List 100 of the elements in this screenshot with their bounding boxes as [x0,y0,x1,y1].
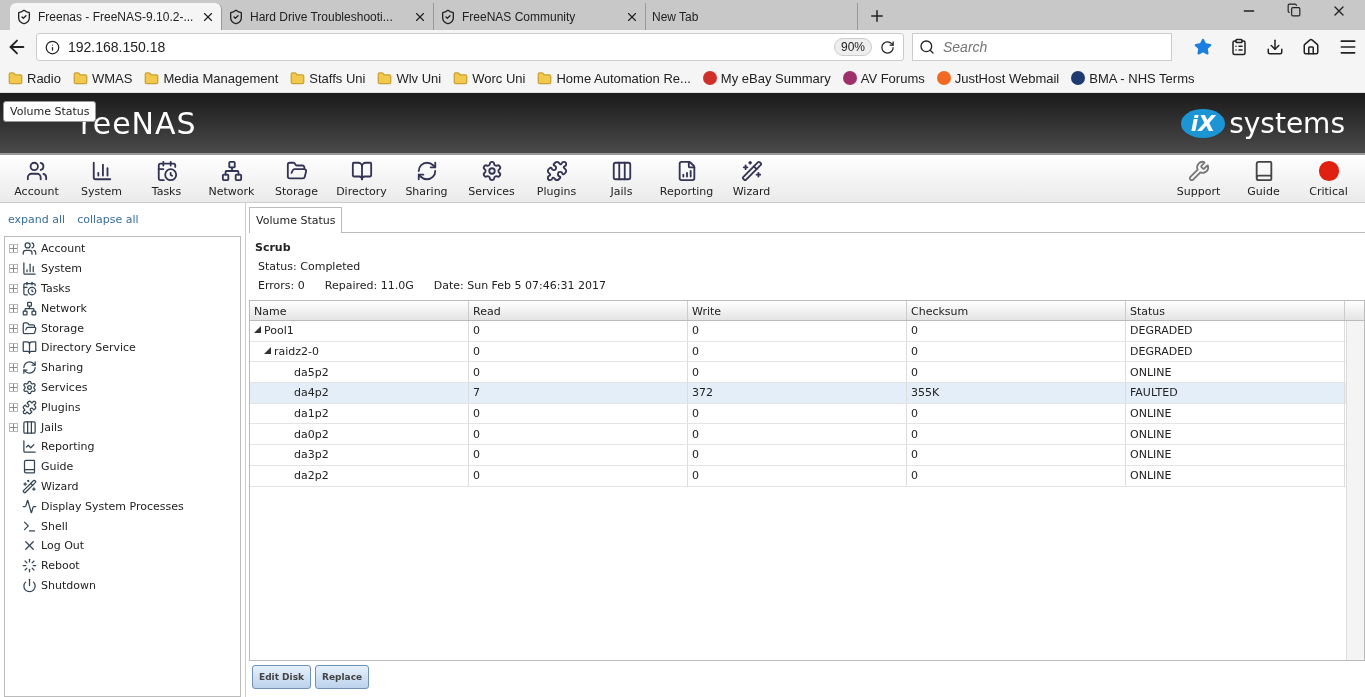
toolbar-button[interactable]: Guide [1231,155,1296,202]
sidebar-item[interactable]: Display System Processes [41,499,184,513]
toolbar-button[interactable]: Tasks [134,155,199,202]
expand-toggle[interactable] [9,343,18,353]
collapse-all-link[interactable]: collapse all [77,213,139,226]
chart-icon [90,160,113,182]
menu-icon[interactable] [1338,37,1358,57]
table-row[interactable]: da5p2 0 0 0 ONLINE [250,362,1346,384]
toolbar-button[interactable]: Reporting [654,155,719,202]
sidebar-item[interactable]: System [41,262,83,276]
table-row[interactable]: Pool1 0 0 0 DEGRADED [250,321,1346,342]
bookmark[interactable]: BMA - NHS Terms [1071,70,1195,86]
table-cell: ONLINE [1126,362,1345,383]
folder-icon [537,70,553,86]
expand-toggle[interactable] [9,303,18,313]
search-field[interactable]: Search [912,33,1172,61]
sidebar-item[interactable]: Shell [41,519,68,533]
toolbar-button[interactable]: Critical [1296,155,1361,202]
list-icon[interactable] [1230,38,1248,56]
bookmark[interactable]: Staffs Uni [290,70,366,86]
expand-toggle[interactable] [9,264,18,274]
action-button[interactable]: Edit Disk [252,665,311,689]
table-row[interactable]: da1p2 0 0 0 ONLINE [250,403,1346,425]
sync-icon [22,360,37,376]
restore-icon[interactable] [1287,3,1301,17]
site-icon [16,8,32,25]
scrollbar[interactable] [1346,321,1364,660]
bookmark[interactable]: Media Management [144,70,279,86]
sidebar-item[interactable]: Reporting [41,440,95,454]
sidebar-item[interactable]: Directory Service [41,341,136,355]
sidebar-item[interactable]: Services [41,380,88,394]
book-icon [22,459,37,475]
expand-toggle[interactable] [9,244,18,254]
toolbar-button[interactable]: Plugins [524,155,589,202]
table-row[interactable]: da3p2 0 0 0 ONLINE [250,445,1346,466]
sidebar-item[interactable]: Account [41,242,86,256]
bookmark[interactable]: My eBay Summary [702,70,831,86]
address-field[interactable]: 192.168.150.18 90% [36,33,904,61]
column-header[interactable]: Checksum [907,301,1126,320]
sidebar-item[interactable]: Network [41,301,87,315]
column-header[interactable]: Name [250,301,469,320]
expand-triangle-icon[interactable] [254,326,261,336]
sidebar-item[interactable]: Shutdown [41,578,96,592]
column-header[interactable]: Write [688,301,907,320]
bookmark[interactable]: Wlv Uni [377,70,442,86]
expand-toggle[interactable] [9,402,18,412]
brand-mark: iX [1180,108,1226,138]
sidebar-item[interactable]: Reboot [41,559,80,573]
bookmark[interactable]: AV Forums [842,70,925,86]
table-row[interactable]: da0p2 0 0 0 ONLINE [250,424,1346,446]
expand-toggle[interactable] [9,284,18,293]
sidebar-item[interactable]: Storage [41,321,85,335]
download-icon[interactable] [1266,38,1284,56]
bookmark[interactable]: Home Automation Re... [537,70,691,86]
expand-triangle-icon[interactable] [264,347,271,357]
toolbar-button[interactable]: Network [199,155,264,202]
sidebar-item[interactable]: Plugins [41,400,81,414]
table-cell: DEGRADED [1126,341,1345,362]
toolbar-button[interactable]: Services [459,155,524,202]
expand-toggle[interactable] [9,422,18,432]
new-tab-icon[interactable] [868,7,886,25]
content-tab[interactable]: Volume Status [249,207,343,233]
wand-icon [22,478,37,494]
sidebar-item[interactable]: Wizard [41,479,79,493]
toolbar-button[interactable]: Support [1166,155,1231,202]
expand-all-link[interactable]: expand all [8,213,66,226]
expand-toggle[interactable] [9,382,18,392]
table-row[interactable]: da4p2 7 372 355K FAULTED [250,383,1346,404]
toolbar-button[interactable]: Storage [264,155,329,202]
sidebar-item[interactable]: Sharing [41,361,84,375]
home-icon[interactable] [1302,38,1320,56]
column-header[interactable]: Read [469,301,688,320]
bookmark[interactable]: WMAS [72,70,133,86]
table-cell: 0 [688,403,907,424]
column-header[interactable]: Status [1126,301,1345,320]
bookmark[interactable]: Radio [8,70,61,86]
toolbar-button[interactable]: Directory [329,155,394,202]
table-row[interactable]: da2p2 0 0 0 ONLINE [250,465,1346,487]
toolbar-button[interactable]: Wizard [719,155,784,202]
sidebar-item[interactable]: Tasks [41,282,71,295]
browser-tab[interactable]: Freenas - FreeNAS-9.10.2-... [10,3,222,30]
table-row[interactable]: raidz2-0 0 0 0 DEGRADED [250,341,1346,363]
sidebar-item[interactable]: Guide [41,460,74,474]
bookmark[interactable]: JustHost Webmail [936,70,1060,86]
scrub-repaired: Repaired: 11.0G [324,279,414,292]
bookmark[interactable]: Worc Uni [453,70,526,86]
expand-toggle[interactable] [9,323,18,333]
reload-icon[interactable] [880,39,895,55]
action-button[interactable]: Replace [315,665,370,689]
toolbar-button[interactable]: Sharing [394,155,459,202]
star-icon[interactable] [1194,38,1212,56]
expand-toggle[interactable] [9,363,18,373]
toolbar-button[interactable]: System [69,155,134,202]
sidebar-item[interactable]: Log Out [41,539,85,553]
info-icon[interactable] [45,39,60,55]
toolbar-button[interactable]: Jails [589,155,654,202]
sidebar-item[interactable]: Jails [41,420,63,434]
site-icon [440,8,456,25]
toolbar-button[interactable]: Account [4,155,69,202]
zoom-badge[interactable]: 90% [833,38,872,56]
